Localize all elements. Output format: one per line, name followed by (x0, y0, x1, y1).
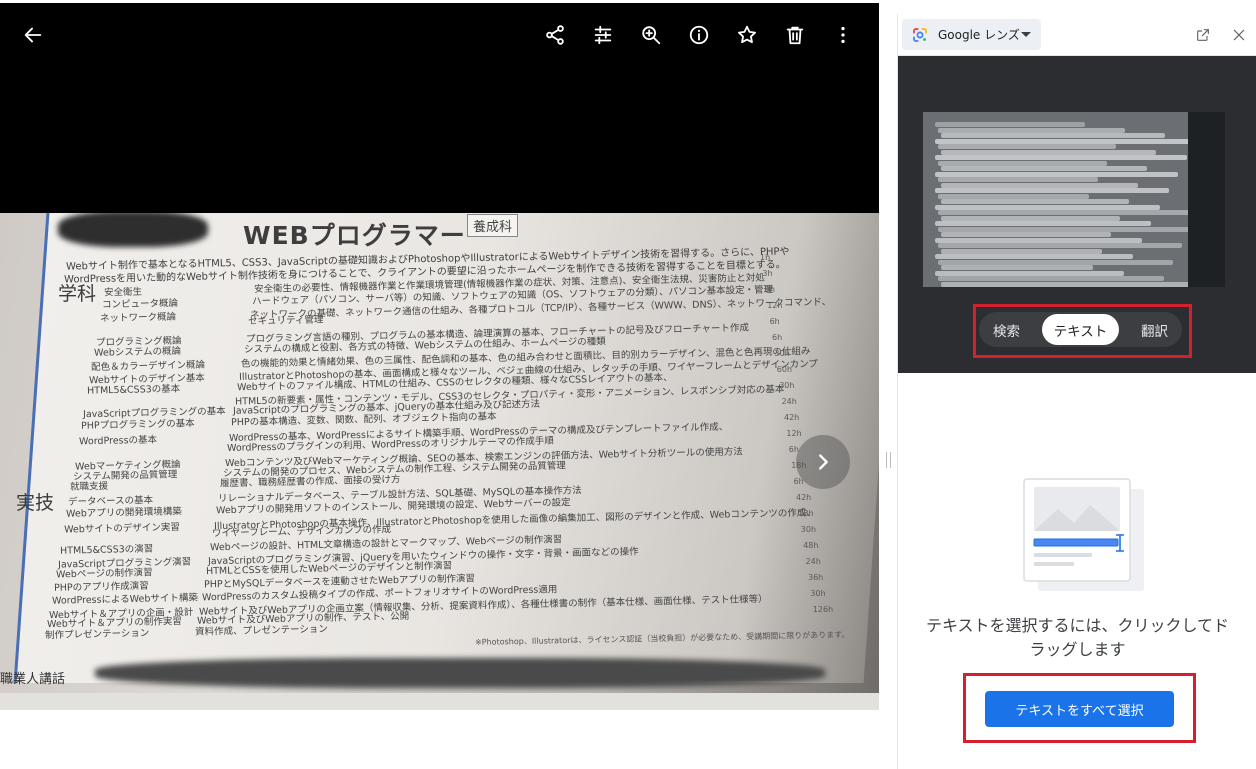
lens-thumbnail[interactable] (923, 112, 1225, 287)
course-hours: 6h (772, 333, 783, 342)
share-icon[interactable] (540, 20, 570, 50)
lens-mode-switcher: 検索 テキスト 翻訳 (979, 312, 1182, 347)
detected-text-line[interactable] (938, 127, 1125, 133)
doc-badge: 養成科 (467, 214, 519, 237)
lens-header: Google レンズ (898, 14, 1256, 56)
course-hours: 30h (810, 589, 826, 598)
course-hours: 6h (769, 317, 780, 326)
mode-text[interactable]: テキスト (1041, 314, 1120, 345)
course-hours: 30h (774, 349, 790, 358)
course-hours: 3h (762, 269, 773, 278)
course-hours: 60h (776, 365, 793, 374)
detected-text-line[interactable] (941, 149, 1156, 155)
course-hours: 126h (812, 605, 834, 614)
course-hours: 1h (760, 253, 771, 262)
detected-text-line[interactable] (938, 226, 1191, 232)
detected-text-line[interactable] (935, 188, 1169, 193)
thumbnail-dark-edge (1188, 112, 1225, 287)
course-hours: 9h (764, 285, 775, 294)
zoom-in-icon[interactable] (636, 20, 666, 50)
back-arrow-icon[interactable] (18, 20, 48, 50)
open-in-new-icon[interactable] (1193, 25, 1213, 45)
detected-text-line[interactable] (938, 177, 1098, 182)
detected-text-line[interactable] (935, 237, 1142, 243)
app-window: WEBプログラマー 養成科 Webサイト制作で基本となるHTML5、CSS3、J… (0, 0, 1256, 769)
lens-text-body: テキストを選択するには、クリックしてドラッグします テキストをすべて選択 (898, 373, 1256, 769)
detected-text-line[interactable] (941, 281, 1193, 287)
select-text-hint: テキストを選択するには、クリックしてドラッグします (925, 616, 1230, 659)
course-hours: 24h (781, 397, 797, 406)
detected-text-line[interactable] (941, 248, 1102, 254)
detected-text-line[interactable] (935, 204, 1160, 210)
chevron-down-icon (1021, 32, 1031, 37)
detected-text-line[interactable] (935, 254, 1133, 259)
panel-divider[interactable] (879, 0, 897, 769)
course-hours: 42h (796, 493, 812, 502)
detected-text-line[interactable] (935, 221, 1151, 226)
detected-text-line[interactable] (938, 144, 1116, 149)
text-select-illustration (1023, 478, 1144, 591)
info-icon[interactable] (684, 20, 714, 50)
course-hours: 36h (808, 573, 824, 582)
course-hours: 30h (800, 525, 817, 534)
google-lens-panel: Google レンズ 検索 テキスト 翻訳 テキストを選択するには、クリックして… (897, 14, 1256, 769)
resize-handle[interactable] (886, 452, 891, 468)
photo-bottom-strip (0, 693, 879, 710)
chevron-right-icon (819, 454, 828, 470)
document-photo: WEBプログラマー 養成科 Webサイト制作で基本となるHTML5、CSS3、J… (0, 213, 879, 710)
detected-text-line[interactable] (941, 232, 1111, 237)
detected-text-line[interactable] (941, 182, 1138, 188)
detected-text-line[interactable] (935, 171, 1178, 177)
detected-text-line[interactable] (935, 270, 1124, 276)
detected-text-line[interactable] (935, 138, 1193, 144)
lens-image-preview: 検索 テキスト 翻訳 (898, 56, 1256, 373)
course-hours: 12h (786, 429, 802, 438)
course-hours: 30h (779, 381, 795, 390)
section-label-practice: 実技 (16, 492, 55, 514)
detected-text-line[interactable] (941, 265, 1093, 270)
select-all-text-button[interactable]: テキストをすべて選択 (985, 691, 1174, 727)
detected-text-line[interactable] (941, 215, 1120, 221)
trash-icon[interactable] (780, 20, 810, 50)
mode-search[interactable]: 検索 (982, 314, 1031, 345)
detected-text-line[interactable] (935, 122, 1085, 127)
detected-text-line[interactable] (935, 155, 1187, 160)
course-hours: 18h (798, 509, 814, 518)
detected-text-line[interactable] (938, 259, 1173, 265)
redacted-blur (95, 658, 825, 688)
course-hours: 42h (784, 413, 800, 422)
detected-text-line[interactable] (938, 243, 1182, 248)
adjust-sliders-icon[interactable] (588, 20, 618, 50)
next-photo-button[interactable] (796, 435, 850, 489)
doc-title: WEBプログラマー (243, 221, 466, 250)
mode-translate[interactable]: 翻訳 (1130, 314, 1179, 345)
lens-app-picker[interactable]: Google レンズ (902, 19, 1041, 50)
redacted-blur (58, 213, 208, 247)
close-icon[interactable] (1229, 25, 1249, 45)
star-icon[interactable] (732, 20, 762, 50)
detected-text-line[interactable] (938, 210, 1193, 215)
detected-text-line[interactable] (938, 193, 1089, 199)
doc-bottom-label: 職業人講話 (0, 672, 66, 687)
course-hours: 48h (803, 541, 819, 550)
more-vertical-icon[interactable] (828, 20, 858, 50)
course-name (77, 451, 227, 454)
course-name (98, 324, 248, 327)
google-lens-icon (913, 27, 927, 42)
course-hours: 24h (805, 557, 821, 566)
course-hours: 12h (767, 301, 783, 310)
lens-title: Google レンズ (938, 28, 1020, 42)
section-label-theory: 学科 (58, 283, 97, 305)
detected-text-line[interactable] (941, 199, 1129, 204)
detected-text-line[interactable] (938, 160, 1107, 166)
course-desc: セキュリティ管理 (247, 314, 324, 328)
detected-text-line[interactable] (941, 133, 1165, 138)
photo-viewer: WEBプログラマー 養成科 Webサイト制作で基本となるHTML5、CSS3、J… (0, 0, 879, 769)
detected-text-line[interactable] (941, 166, 1147, 171)
detected-text-line[interactable] (938, 276, 1164, 281)
